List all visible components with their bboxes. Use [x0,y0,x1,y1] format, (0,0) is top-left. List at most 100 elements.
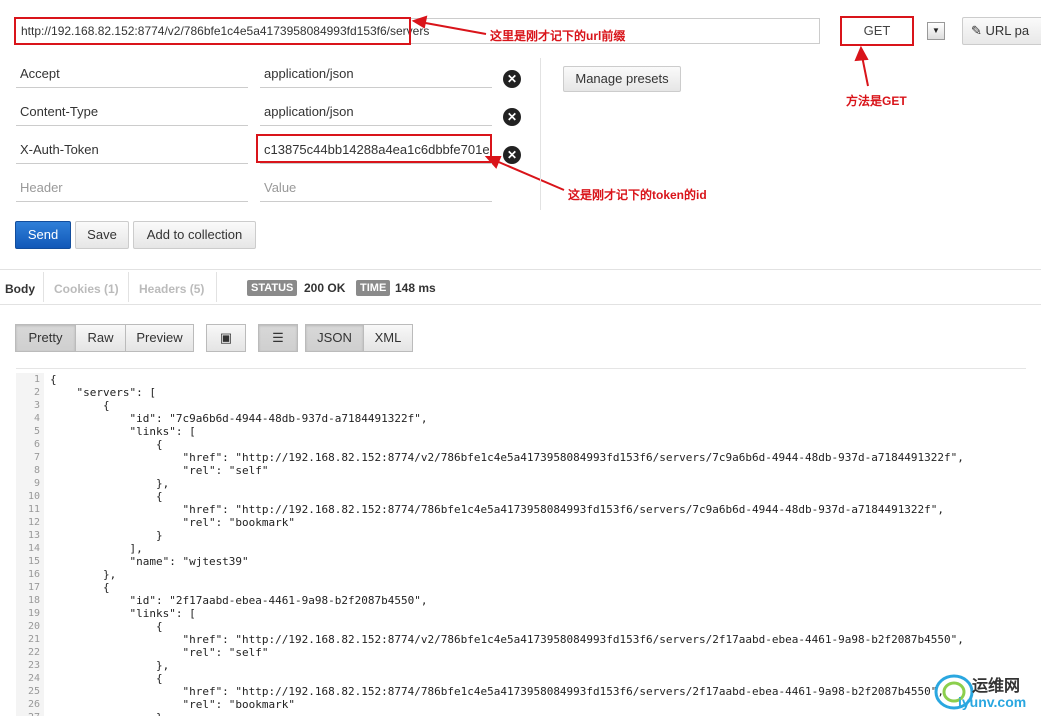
header-key-input[interactable]: Header [16,176,248,202]
header-value-content-type[interactable]: application/json [260,100,492,126]
line-number: 24 [27,673,40,684]
code-line: "rel": "self" [50,464,269,477]
line-number: 18 [27,595,40,606]
save-button[interactable]: Save [75,221,129,249]
line-number: 7 [33,452,40,463]
line-number: 27 [16,711,44,716]
wrap-lines-icon: ☰ [272,330,284,345]
token-highlight [256,134,492,163]
header-key-accept[interactable]: Accept [16,62,248,88]
line-number: 6 [33,439,40,450]
token-arrow-line [493,159,565,191]
code-line: { [50,438,163,451]
remove-header-icon[interactable]: ✕ [503,146,521,164]
line-number: 22 [27,647,40,658]
watermark-domain: iyunv.com [958,694,1027,710]
line-number: 23 [27,660,40,671]
add-to-collection-button[interactable]: Add to collection [133,221,256,249]
response-body[interactable]: 1 2 3 4 5 6 7 8 9 10 11 12 13 14 15 16 17 18 19 20 21 22 23 24 2… [16,368,1026,716]
code-line: ], [50,542,143,555]
send-button[interactable]: Send [15,221,71,249]
line-number-gutter: 1 2 3 4 5 6 7 8 9 10 11 12 13 14 15 16 17 18 19 20 21 22 23 24 2… [16,373,44,716]
tab-body[interactable]: Body [5,282,35,296]
divider [0,304,1041,305]
line-number: 11 [27,504,40,515]
line-number: 15 [27,556,40,567]
line-number: 5 [33,426,40,437]
header-value-accept[interactable]: application/json [260,62,492,88]
code-line: { [50,490,163,503]
code-line: "id": "7c9a6b6d-4944-48db-937d-a71844913… [50,412,428,425]
line-number: 13 [27,530,40,541]
code-line: "links": [ [50,607,196,620]
header-value-input[interactable]: Value [260,176,492,202]
code-line: } [50,711,964,716]
code-line: "href": "http://192.168.82.152:8774/786b… [50,685,945,698]
json-button[interactable]: JSON [305,324,364,352]
remove-header-icon[interactable]: ✕ [503,70,521,88]
tab-divider [43,272,44,302]
line-number: 25 [27,686,40,697]
code-line: "servers": [ [50,386,156,399]
url-arrow-head [411,15,428,29]
fullscreen-icon: ▣ [219,330,233,345]
line-number: 4 [33,413,40,424]
code-line: { [50,672,163,685]
line-number: 9 [33,478,40,489]
preview-button[interactable]: Preview [125,324,194,352]
time-label: TIME [356,280,391,296]
divider [540,58,541,210]
remove-header-icon[interactable]: ✕ [503,108,521,126]
line-number: 20 [27,621,40,632]
line-number: 19 [27,608,40,619]
code-line: }, [50,659,170,672]
status-value: 200 OK [304,281,346,295]
pretty-button[interactable]: Pretty [15,324,76,352]
raw-button[interactable]: Raw [75,324,126,352]
manage-presets-button[interactable]: Manage presets [563,66,681,92]
xml-button[interactable]: XML [363,324,413,352]
line-number: 2 [33,387,40,398]
method-arrow-line [861,55,869,87]
tab-cookies[interactable]: Cookies (1) [54,282,119,296]
code-line: { [50,399,110,412]
fullscreen-button[interactable]: ▣ [206,324,246,352]
watermark-text: 运维网 [972,678,1021,695]
tab-divider [216,272,217,302]
line-number: 16 [27,569,40,580]
method-arrow-head [854,45,869,62]
divider [0,269,1041,270]
code-line: "href": "http://192.168.82.152:8774/v2/7… [50,451,964,464]
code-line: }, [50,568,117,581]
status-label: STATUS [247,280,298,296]
line-number: 1 [33,374,40,385]
code-line: }, [50,477,170,490]
code-line: "href": "http://192.168.82.152:8774/v2/7… [50,633,964,646]
wrap-lines-button[interactable]: ☰ [258,324,298,352]
time-value: 148 ms [395,281,436,295]
code-line: "rel": "bookmark" [50,516,296,529]
line-number: 26 [27,699,40,710]
line-number: 3 [33,400,40,411]
code-line: { [50,373,57,386]
line-number: 8 [33,465,40,476]
code-line: { [50,620,163,633]
url-arrow-line [419,21,487,35]
line-number: 14 [27,543,40,554]
line-number: 21 [27,634,40,645]
line-number: 12 [27,517,40,528]
tab-headers[interactable]: Headers (5) [139,282,204,296]
code-line: "name": "wjtest39" [50,555,249,568]
line-number: 17 [27,582,40,593]
line-number: 10 [27,491,40,502]
code-line: { [50,581,110,594]
header-key-content-type[interactable]: Content-Type [16,100,248,126]
code-lines: { "servers": [ { "id": "7c9a6b6d-4944-48… [50,373,964,716]
code-line: "id": "2f17aabd-ebea-4461-9a98-b2f2087b4… [50,594,428,607]
header-key-x-auth-token[interactable]: X-Auth-Token [16,138,248,164]
code-line: "links": [ [50,425,196,438]
code-line: "rel": "bookmark" [50,698,296,711]
code-line: "rel": "self" [50,646,269,659]
tab-divider [128,272,129,302]
code-line: "href": "http://192.168.82.152:8774/786b… [50,503,945,516]
